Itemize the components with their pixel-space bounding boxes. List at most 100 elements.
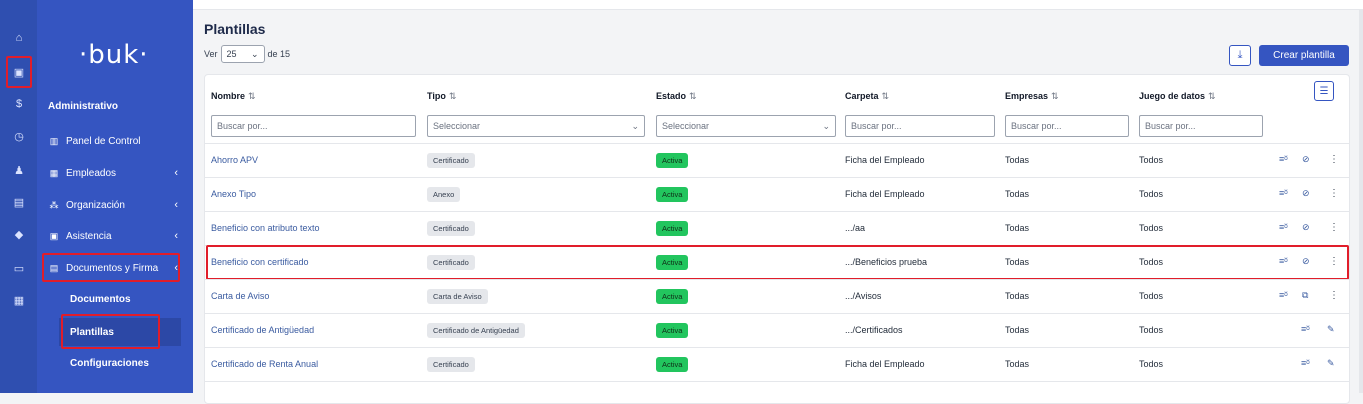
status-badge: Activa	[656, 289, 689, 304]
sidebar-item-label: Asistencia	[66, 230, 112, 242]
kebab-menu-icon[interactable]: ⋮	[1329, 154, 1339, 165]
page-title: Plantillas	[204, 21, 266, 37]
tipo-badge: Certificado	[427, 221, 475, 236]
sidebar-subitem-documentos[interactable]: Documentos	[70, 294, 131, 305]
sort-icon: ⇅	[689, 91, 697, 101]
status-badge: Activa	[656, 323, 689, 338]
row-nombre-link[interactable]: Certificado de Renta Anual	[211, 359, 318, 369]
table-row: Ahorro APV Certificado Activa Ficha del …	[205, 143, 1349, 177]
row-empresas: Todas	[1005, 155, 1030, 165]
sidebar: ·buk· Administrativo ▥ Panel de Control …	[37, 0, 193, 393]
column-header-estado[interactable]: Estado ⇅	[656, 91, 697, 102]
column-settings-button[interactable]: ☰	[1314, 81, 1334, 101]
sidebar-item-organizacion[interactable]: ⁂ Organización ‹	[48, 194, 184, 216]
sidebar-item-label: Empleados	[66, 167, 117, 179]
edit-icon[interactable]: ✎	[1327, 358, 1335, 369]
sidebar-item-label: Organización	[66, 199, 125, 211]
column-header-tipo[interactable]: Tipo ⇅	[427, 91, 456, 102]
graduation-icon[interactable]: ◆	[9, 224, 29, 244]
sliders-icon: ☰	[1319, 85, 1329, 97]
row-juego: Todos	[1139, 359, 1164, 369]
preview-icon[interactable]: ≡ᴽ	[1279, 290, 1288, 300]
filter-juego-de-datos-input[interactable]: Buscar por...	[1139, 115, 1263, 137]
filter-carpeta-input[interactable]: Buscar por...	[845, 115, 995, 137]
edit-icon[interactable]: ✎	[1327, 324, 1335, 335]
briefcase-icon[interactable]: ▤	[9, 192, 29, 212]
pagination-controls: Ver 25 ⌄ de 15	[204, 45, 290, 63]
sidebar-item-asistencia[interactable]: ▣ Asistencia ‹	[48, 225, 184, 247]
row-empresas: Todas	[1005, 223, 1030, 233]
row-juego: Todos	[1139, 291, 1164, 301]
chevron-down-icon: ⌄	[250, 48, 259, 59]
folder-icon[interactable]: ▭	[9, 258, 29, 278]
hide-icon[interactable]: ⊘	[1302, 188, 1310, 199]
sidebar-item-panel-de-control[interactable]: ▥ Panel de Control	[48, 130, 184, 152]
download-button[interactable]: ⤓	[1229, 45, 1251, 66]
chevron-down-icon: ⌄	[631, 120, 639, 131]
top-bar	[193, 0, 1363, 10]
row-nombre-link[interactable]: Ahorro APV	[211, 155, 258, 165]
create-template-button[interactable]: Crear plantilla	[1259, 45, 1349, 66]
highlight-box-documentos	[42, 253, 180, 282]
chevron-left-icon: ‹	[174, 199, 178, 211]
row-juego: Todos	[1139, 189, 1164, 199]
of-total-label: de 15	[267, 49, 291, 59]
kebab-menu-icon[interactable]: ⋮	[1329, 188, 1339, 199]
sort-icon: ⇅	[448, 91, 457, 101]
row-carpeta: .../Avisos	[845, 291, 882, 301]
row-nombre-link[interactable]: Anexo Tipo	[211, 189, 256, 199]
ver-label: Ver	[204, 49, 218, 59]
column-header-juego-de-datos[interactable]: Juego de datos ⇅	[1139, 91, 1216, 102]
preview-icon[interactable]: ≡ᴽ	[1279, 222, 1288, 232]
home-icon[interactable]: ⌂	[9, 28, 29, 48]
templates-table: ☰ Nombre ⇅ Tipo ⇅ Estado ⇅ Carpeta ⇅ Empresa…	[204, 74, 1350, 404]
column-header-nombre[interactable]: Nombre ⇅	[211, 91, 256, 102]
row-nombre-link[interactable]: Beneficio con atributo texto	[211, 223, 320, 233]
sort-icon: ⇅	[1208, 91, 1216, 101]
tipo-badge: Certificado	[427, 153, 475, 168]
row-nombre-link[interactable]: Certificado de Antigüedad	[211, 325, 314, 335]
preview-icon[interactable]: ≡ᴽ	[1279, 154, 1288, 164]
row-carpeta: Ficha del Empleado	[845, 359, 925, 369]
filter-nombre-input[interactable]: Buscar por...	[211, 115, 416, 137]
filter-tipo-select[interactable]: Seleccionar ⌄	[427, 115, 645, 137]
table-row: Beneficio con atributo texto Certificado…	[205, 211, 1349, 245]
dollar-icon[interactable]: $	[9, 94, 29, 114]
clock-icon[interactable]: ◷	[9, 126, 29, 146]
tipo-badge: Carta de Aviso	[427, 289, 488, 304]
table-row: Anexo Tipo Anexo Activa Ficha del Emplea…	[205, 177, 1349, 211]
people-icon[interactable]: ♟	[9, 160, 29, 180]
column-header-empresas[interactable]: Empresas ⇅	[1005, 91, 1059, 102]
page-scrollbar[interactable]	[1359, 10, 1363, 393]
status-badge: Activa	[656, 221, 689, 236]
row-empresas: Todas	[1005, 189, 1030, 199]
kebab-menu-icon[interactable]: ⋮	[1329, 222, 1339, 233]
column-header-carpeta[interactable]: Carpeta ⇅	[845, 91, 889, 102]
filter-empresas-input[interactable]: Buscar por...	[1005, 115, 1129, 137]
store-icon[interactable]: ▦	[9, 290, 29, 310]
sort-icon: ⇅	[248, 91, 256, 101]
preview-icon[interactable]: ≡ᴽ	[1279, 188, 1288, 198]
row-empresas: Todas	[1005, 291, 1030, 301]
kebab-menu-icon[interactable]: ⋮	[1329, 290, 1339, 301]
sidebar-item-empleados[interactable]: ▦ Empleados ‹	[48, 162, 184, 184]
per-page-select[interactable]: 25 ⌄	[220, 45, 265, 63]
tipo-badge: Certificado	[427, 357, 475, 372]
row-carpeta: Ficha del Empleado	[845, 189, 925, 199]
table-row: Carta de Aviso Carta de Aviso Activa ...…	[205, 279, 1349, 313]
row-nombre-link[interactable]: Carta de Aviso	[211, 291, 269, 301]
preview-icon[interactable]: ≡ᴽ	[1301, 358, 1310, 368]
duplicate-icon[interactable]: ⧉	[1302, 290, 1308, 301]
sort-icon: ⇅	[881, 91, 890, 101]
sidebar-subitem-configuraciones[interactable]: Configuraciones	[70, 358, 149, 369]
filter-estado-select[interactable]: Seleccionar ⌄	[656, 115, 836, 137]
hide-icon[interactable]: ⊘	[1302, 222, 1310, 233]
row-empresas: Todas	[1005, 359, 1030, 369]
buk-logo: ·buk·	[79, 40, 149, 70]
chevron-down-icon: ⌄	[822, 120, 830, 131]
download-icon: ⤓	[1237, 49, 1243, 61]
hide-icon[interactable]: ⊘	[1302, 154, 1310, 165]
sidebar-item-label: Panel de Control	[66, 135, 141, 147]
preview-icon[interactable]: ≡ᴽ	[1301, 324, 1310, 334]
employees-icon: ▦	[49, 167, 59, 178]
